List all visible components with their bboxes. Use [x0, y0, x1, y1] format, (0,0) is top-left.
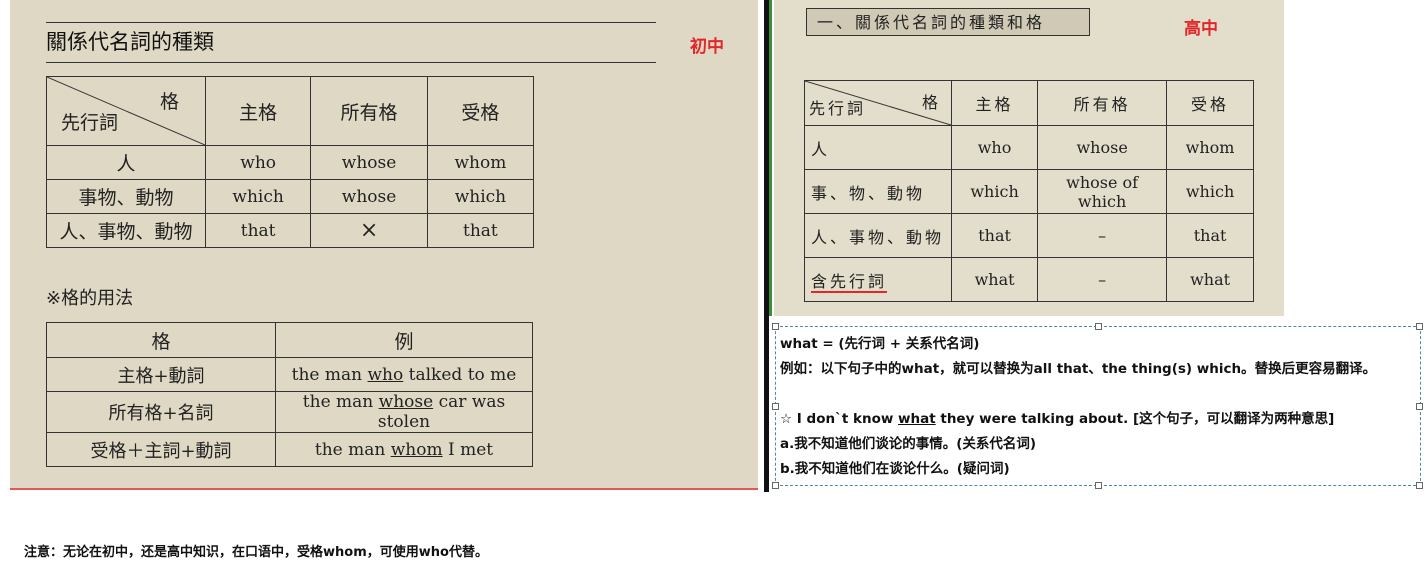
row-label: 事物、動物 — [46, 179, 206, 214]
row-label: 人、事物、動物 — [804, 213, 952, 258]
resize-handle[interactable] — [772, 323, 779, 330]
row-label: 主格+動詞 — [46, 357, 276, 392]
resize-handle[interactable] — [772, 482, 779, 489]
table-row: 含先行詞 what – what — [804, 257, 1254, 302]
cell: whose — [310, 179, 428, 214]
resize-handle[interactable] — [1416, 323, 1423, 330]
cell: who — [950, 125, 1039, 170]
textbox-line: b.我不知道他们在谈论什么。(疑问词) — [780, 461, 1010, 477]
image-edge — [769, 0, 772, 316]
textbox-line: what = (先行词 + 关系代名词) — [780, 336, 980, 352]
cell: which — [1166, 169, 1254, 214]
example-cell: the man who talked to me — [275, 357, 533, 392]
header-cell: 格 — [46, 322, 276, 358]
relative-pronoun-table-senior: 格 先行詞 主格 所有格 受格 人 who whose whom 事、物、動物 … — [804, 80, 1254, 302]
junior-high-scan: 關係代名詞的種類 初中 格 先行詞 主格 所有格 受格 人 who whose … — [10, 0, 758, 490]
table-row: 事物、動物 which whose which — [46, 179, 535, 214]
textbox-line: a.我不知道他们谈论的事情。(关系代名词) — [780, 436, 1037, 452]
cell: which — [426, 179, 535, 214]
case-usage-table: 格 例 主格+動詞 the man who talked to me 所有格+名… — [46, 322, 533, 467]
cell: that — [426, 213, 535, 248]
cell: which — [950, 169, 1039, 214]
table-row: 人 who whose whom — [804, 125, 1254, 170]
row-label: 受格＋主詞+動詞 — [46, 432, 276, 467]
cell: that — [950, 213, 1039, 258]
footnote: 注意：无论在初中，还是高中知识，在口语中，受格whom，可使用who代替。 — [24, 545, 488, 560]
corner-cell: 格 先行詞 — [804, 80, 952, 126]
table-row: 事、物、動物 which whose of which which — [804, 169, 1254, 214]
header-cell: 所有格 — [1037, 80, 1168, 126]
header-cell: 例 — [275, 322, 533, 358]
row-label: 人、事物、動物 — [46, 213, 206, 248]
cell: what — [1166, 257, 1254, 302]
senior-high-scan: 一、關係代名詞的種類和格 高中 格 先行詞 主格 所有格 受格 人 who wh… — [774, 0, 1284, 316]
relative-pronoun-table-junior: 格 先行詞 主格 所有格 受格 人 who whose whom 事物、動物 w… — [46, 76, 535, 248]
row-label: 事、物、動物 — [804, 169, 952, 214]
cell: who — [204, 145, 312, 180]
table-row: 所有格+名詞 the man whose car was stolen — [46, 391, 533, 433]
resize-handle[interactable] — [772, 403, 779, 410]
row-label: 人 — [46, 145, 206, 180]
corner-top-label: 格 — [159, 91, 179, 113]
table-row: 受格＋主詞+動詞 the man whom I met — [46, 432, 533, 467]
cell: that — [1166, 213, 1254, 258]
example-cell: the man whom I met — [275, 432, 533, 467]
cell: – — [1037, 257, 1168, 302]
cell: whose of which — [1037, 169, 1168, 214]
table-row: 主格+動詞 the man who talked to me — [46, 357, 533, 392]
resize-handle[interactable] — [1095, 323, 1102, 330]
header-cell: 所有格 — [310, 76, 428, 146]
cell: whose — [1037, 125, 1168, 170]
explanation-textbox[interactable]: what = (先行词 + 关系代名词) 例如：以下句子中的what，就可以替换… — [775, 326, 1421, 486]
cell: what — [950, 257, 1039, 302]
row-label: 所有格+名詞 — [46, 391, 276, 433]
header-cell: 主格 — [950, 80, 1039, 126]
textbox-line: ☆ I don`t know what they were talking ab… — [780, 411, 1335, 427]
cell: whose — [310, 145, 428, 180]
left-title: 關係代名詞的種類 — [46, 30, 214, 54]
resize-handle[interactable] — [1416, 403, 1423, 410]
example-cell: the man whose car was stolen — [275, 391, 533, 433]
row-label: 含先行詞 — [804, 257, 952, 302]
cell: whom — [1166, 125, 1254, 170]
case-usage-note: ※格的用法 — [46, 288, 134, 309]
junior-tag: 初中 — [690, 37, 724, 57]
rule-top — [46, 22, 656, 23]
right-title: 一、關係代名詞的種類和格 — [806, 8, 1090, 36]
table-row: 人、事物、動物 that × that — [46, 213, 535, 248]
cell: – — [1037, 213, 1168, 258]
cell: which — [204, 179, 312, 214]
header-cell: 主格 — [204, 76, 312, 146]
cell: whom — [426, 145, 535, 180]
resize-handle[interactable] — [1416, 482, 1423, 489]
corner-top-label: 格 — [921, 93, 941, 112]
textbox-line: 例如：以下句子中的what，就可以替换为all that、the thing(s… — [780, 361, 1377, 377]
table-row: 人、事物、動物 that – that — [804, 213, 1254, 258]
header-cell: 受格 — [426, 76, 535, 146]
corner-bottom-label: 先行詞 — [809, 99, 867, 118]
table-row: 人 who whose whom — [46, 145, 535, 180]
corner-bottom-label: 先行詞 — [61, 112, 119, 134]
cell: that — [204, 213, 312, 248]
cell: × — [310, 213, 428, 248]
senior-tag: 高中 — [1184, 19, 1218, 39]
resize-handle[interactable] — [1095, 482, 1102, 489]
header-cell: 受格 — [1166, 80, 1254, 126]
corner-cell: 格 先行詞 — [46, 76, 206, 146]
rule-under-title — [46, 62, 656, 63]
row-label: 人 — [804, 125, 952, 170]
textbox-blank-line — [780, 382, 1416, 407]
